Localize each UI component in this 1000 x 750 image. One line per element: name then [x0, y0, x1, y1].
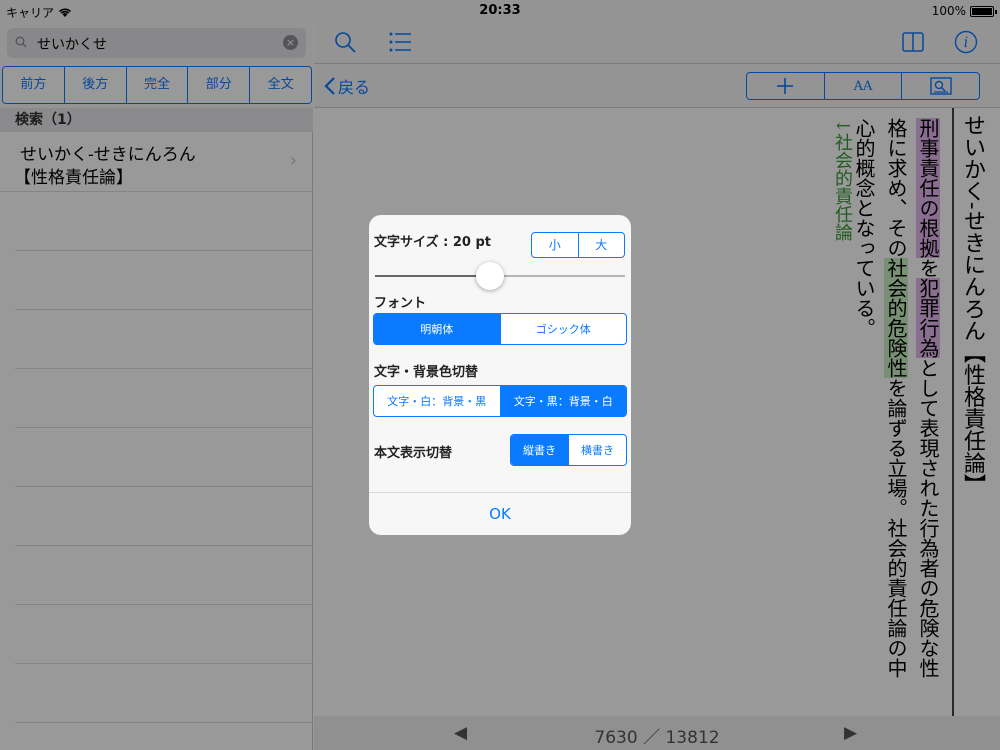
color-black-on-white-option[interactable]: 文字・黒：背景・白	[499, 386, 626, 416]
font-size-stepper: 小 大	[531, 232, 625, 258]
slider-fill	[375, 275, 490, 277]
font-size-large-button[interactable]: 大	[577, 233, 625, 257]
slider-thumb[interactable]	[476, 262, 504, 290]
horizontal-text-option[interactable]: 横書き	[568, 435, 626, 465]
font-size-small-button[interactable]: 小	[532, 233, 578, 257]
text-direction-label: 本文表示切替	[374, 446, 453, 461]
color-mode-label: 文字・背景色切替	[374, 365, 479, 380]
font-size-label: 文字サイズ : 20 pt	[374, 235, 491, 250]
color-mode-segmented-control: 文字・白：背景・黒 文字・黒：背景・白	[373, 385, 627, 417]
font-label: フォント	[374, 296, 427, 311]
text-direction-segmented-control: 縦書き 横書き	[510, 434, 627, 466]
font-size-slider[interactable]	[375, 262, 625, 290]
font-gothic-option[interactable]: ゴシック体	[499, 314, 627, 344]
display-settings-dialog: 文字サイズ : 20 pt 小 大 フォント 明朝体 ゴシック体 文字・背景色切…	[369, 215, 631, 535]
font-mincho-option[interactable]: 明朝体	[374, 314, 500, 344]
vertical-text-option[interactable]: 縦書き	[511, 435, 568, 465]
color-white-on-black-option[interactable]: 文字・白：背景・黒	[374, 386, 500, 416]
font-segmented-control: 明朝体 ゴシック体	[373, 313, 627, 345]
ok-button[interactable]: OK	[369, 492, 631, 535]
